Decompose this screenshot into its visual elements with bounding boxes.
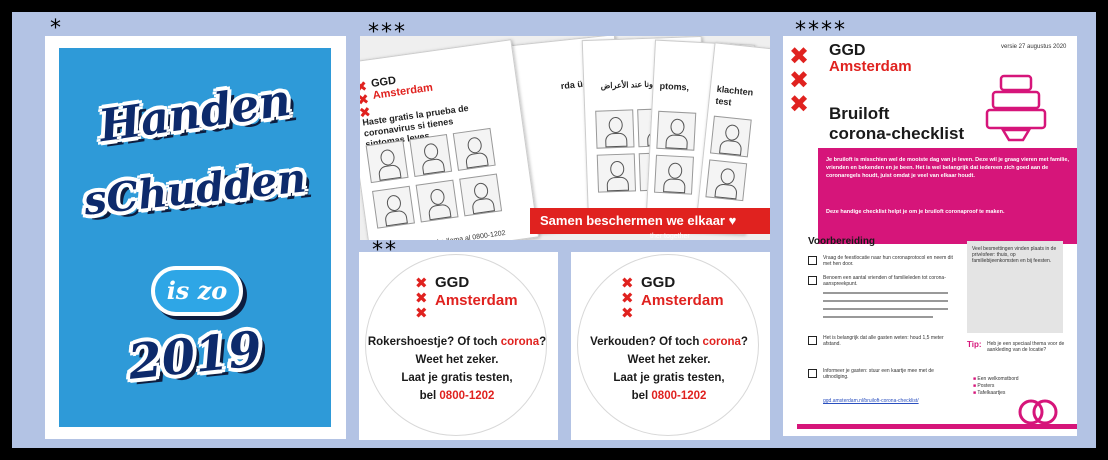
checkbox-4[interactable] [808,369,817,378]
checkbox-3[interactable] [808,336,817,345]
checklist-sidebox: Veel besmettingen vinden plaats in de pr… [967,241,1063,333]
poster-line-handen: Handen [95,74,295,153]
sticker-rokershoestje: ✖ ✖ ✖ GGD Amsterdam Rokershoestje? Of toch… [359,252,558,440]
poster-line-2019: 2019 [125,321,265,391]
checklist-title-1: Bruiloft [829,104,890,123]
checklist-item-2: Benoem een aantal vrienden of familieled… [823,275,946,287]
fanned-flyers-photo: rda ücretsiz قم بإجراء فحص كورونا عند ال… [360,36,770,240]
checklist-title-2: corona-checklist [829,124,965,143]
bruiloft-checklist: ✖ ✖ ✖ GGD Amsterdam versie 27 augustus 202… [783,36,1077,436]
sticker-verkouden: ✖ ✖ ✖ GGD Amsterdam Verkouden? Of toch cor… [571,252,770,440]
flyer-red-banner: Samen beschermen we elkaar ♥ [530,208,770,234]
ggd-cross-icon: ✖ ✖ ✖ [621,274,634,322]
checklist-item-3: Het is belangrijk dat alle gasten weten:… [823,335,944,347]
handen-schudden-poster: Handen sChudden is zo 2019 [45,36,346,439]
checklist-tip-label: Tip: [967,340,982,349]
flyer-es-grid [365,127,507,240]
sticker-question: Verkouden? Of toch corona? [590,336,748,348]
ggd-cross-icon: ✖ ✖ ✖ [360,78,372,122]
checklist-pink-intro: Je bruiloft is misschien wel de mooiste … [818,148,1077,244]
checkbox-2[interactable] [808,276,817,285]
checklist-bullet-3: ■ Tafelkaartjes [973,390,1006,396]
ggd-cross-icon: ✖ ✖ ✖ [789,42,810,118]
checklist-sidebox-text: Veel besmettingen vinden plaats in de pr… [972,246,1057,264]
sticker-amsterdam: Amsterdam [641,292,724,309]
checkbox-1[interactable] [808,256,817,265]
poster-blue-area: Handen sChudden is zo 2019 [59,48,331,427]
checklist-tip-text: Heb je een speciaal thema voor de aankle… [987,341,1065,353]
sticker-question: Rokershoestje? Of toch corona? [367,336,547,348]
poster-is-zo-pill: is zo [151,266,243,316]
checklist-bottom-bar [797,424,1077,429]
flyer-en-footer: ther together [650,233,690,240]
sticker-laat: Laat je gratis testen, [401,372,513,384]
checklist-intro: Je bruiloft is misschien wel de mooiste … [826,157,1070,179]
checklist-intro2: Deze handige checklist helpt je om je br… [826,209,1005,215]
checklist-item-4: Informeer je gasten: stuur een kaartje m… [823,368,934,380]
flyer-spanish: ✖ ✖ ✖ GGD Amsterdam Haste gratis la prueba… [360,39,540,240]
sticker-weet: Weet het zeker. [415,354,499,366]
sticker-bel: bel 0800-1202 [631,390,707,402]
checklist-link[interactable]: ggd.amsterdam.nl/bruiloft-corona-checkli… [823,398,953,404]
checklist-section: Voorbereiding [808,236,876,247]
sticker-weet: Weet het zeker. [627,354,711,366]
sticker-ggd: GGD [641,274,676,291]
wedding-cake-icon [985,74,1047,142]
sticker-bel: bel 0800-1202 [419,390,495,402]
ggd-cross-icon: ✖ ✖ ✖ [415,274,428,322]
black-frame: * *** ** **** Handen sChudden is zo 2019… [0,0,1108,460]
poster-line-schudden: sChudden [81,154,309,225]
sticker-amsterdam: Amsterdam [435,292,518,309]
checklist-amsterdam: Amsterdam [829,58,912,75]
checklist-bullet-1: ■ Een welkomstbord [973,376,1019,382]
sticker-laat: Laat je gratis testen, [613,372,725,384]
checklist-version: versie 27 augustus 2020 [1001,44,1067,50]
checklist-item-1: Vraag de feestlocatie naar hun coronapro… [823,255,953,267]
sticker-ggd: GGD [435,274,470,291]
checklist-bullet-2: ■ Posters [973,383,995,389]
wedding-rings-icon [1018,399,1058,425]
